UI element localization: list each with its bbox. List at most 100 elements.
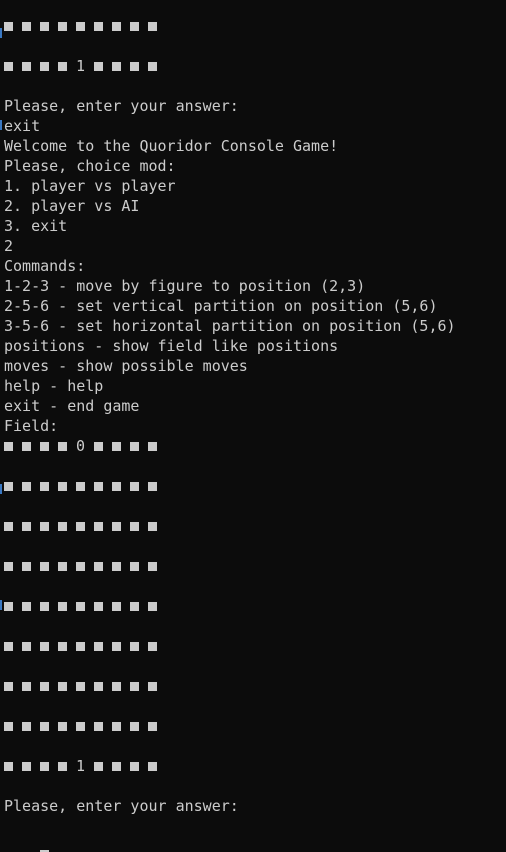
board-row bbox=[4, 556, 506, 576]
input-line[interactable] bbox=[4, 816, 506, 852]
board-cell bbox=[130, 516, 148, 536]
board-cell bbox=[76, 516, 94, 536]
empty-cell-square bbox=[94, 561, 103, 571]
empty-cell-square bbox=[112, 61, 121, 71]
board-row bbox=[4, 636, 506, 656]
empty-cell-square bbox=[94, 441, 103, 451]
empty-cell-square bbox=[130, 521, 139, 531]
player-piece: 0 bbox=[76, 437, 86, 455]
command-line: 3-5-6 - set horizontal partition on posi… bbox=[4, 317, 456, 335]
board-before: 1 bbox=[4, 16, 506, 76]
mode-option: 1. player vs player bbox=[4, 177, 176, 195]
empty-cell-square bbox=[76, 681, 85, 691]
empty-cell-square bbox=[130, 561, 139, 571]
empty-cell-square bbox=[4, 561, 13, 571]
empty-cell-square bbox=[148, 721, 157, 731]
empty-cell-square bbox=[4, 681, 13, 691]
empty-cell-square bbox=[148, 601, 157, 611]
board-cell bbox=[22, 56, 40, 76]
board-cell bbox=[58, 516, 76, 536]
board-cell bbox=[94, 756, 112, 776]
empty-cell-square bbox=[40, 481, 49, 491]
board-row bbox=[4, 596, 506, 616]
empty-cell-square bbox=[148, 481, 157, 491]
board-cell bbox=[40, 716, 58, 736]
board-row bbox=[4, 16, 506, 36]
prompt-text: Please, enter your answer: bbox=[4, 797, 239, 815]
empty-cell-square bbox=[94, 21, 103, 31]
board-cell bbox=[22, 596, 40, 616]
board-cell bbox=[40, 516, 58, 536]
empty-cell-square bbox=[58, 521, 67, 531]
empty-cell-square bbox=[130, 441, 139, 451]
empty-cell-square bbox=[112, 561, 121, 571]
empty-cell-square bbox=[148, 61, 157, 71]
empty-cell-square bbox=[112, 521, 121, 531]
command-line: positions - show field like positions bbox=[4, 337, 339, 355]
board-cell bbox=[148, 596, 166, 616]
board-cell bbox=[130, 16, 148, 36]
window-edge-mark bbox=[0, 484, 2, 494]
console-window[interactable]: 1 Please, enter your answer: exit Welcom… bbox=[0, 0, 506, 852]
board-cell bbox=[112, 16, 130, 36]
board-cell bbox=[112, 436, 130, 456]
board-row: 1 bbox=[4, 756, 506, 776]
empty-cell-square bbox=[58, 561, 67, 571]
empty-cell-square bbox=[40, 721, 49, 731]
board-cell bbox=[112, 716, 130, 736]
board-cell bbox=[112, 56, 130, 76]
empty-cell-square bbox=[22, 641, 31, 651]
board-cell bbox=[4, 516, 22, 536]
empty-cell-square bbox=[112, 641, 121, 651]
board-cell bbox=[130, 756, 148, 776]
board-cell bbox=[94, 516, 112, 536]
empty-cell-square bbox=[22, 21, 31, 31]
empty-cell-square bbox=[40, 521, 49, 531]
choose-mode-text: Please, choice mod: bbox=[4, 157, 176, 175]
mode-option: 3. exit bbox=[4, 217, 68, 235]
empty-cell-square bbox=[4, 761, 13, 771]
welcome-text: Welcome to the Quoridor Console Game! bbox=[4, 137, 339, 155]
user-input-text: 2 bbox=[4, 237, 14, 255]
board-cell bbox=[40, 16, 58, 36]
empty-cell-square bbox=[58, 761, 67, 771]
board-cell bbox=[76, 636, 94, 656]
empty-cell-square bbox=[76, 601, 85, 611]
empty-cell-square bbox=[148, 681, 157, 691]
board-cell bbox=[130, 436, 148, 456]
empty-cell-square bbox=[148, 21, 157, 31]
board-cell bbox=[130, 476, 148, 496]
board-cell bbox=[58, 556, 76, 576]
empty-cell-square bbox=[130, 21, 139, 31]
board-cell bbox=[112, 516, 130, 536]
empty-cell-square bbox=[22, 481, 31, 491]
board-cell: 0 bbox=[76, 436, 94, 456]
empty-cell-square bbox=[58, 681, 67, 691]
empty-cell-square bbox=[4, 481, 13, 491]
empty-cell-square bbox=[94, 601, 103, 611]
empty-cell-square bbox=[22, 521, 31, 531]
board-row bbox=[4, 716, 506, 736]
board-cell bbox=[94, 596, 112, 616]
prompt-text: Please, enter your answer: bbox=[4, 97, 239, 115]
board-row: 0 bbox=[4, 436, 506, 456]
empty-cell-square bbox=[94, 761, 103, 771]
user-input-text: exit bbox=[4, 117, 41, 135]
empty-cell-square bbox=[22, 61, 31, 71]
board-cell bbox=[40, 756, 58, 776]
empty-cell-square bbox=[130, 761, 139, 771]
empty-cell-square bbox=[76, 561, 85, 571]
board-cell bbox=[40, 476, 58, 496]
board-cell bbox=[58, 436, 76, 456]
mode-option: 2. player vs AI bbox=[4, 197, 140, 215]
empty-cell-square bbox=[40, 61, 49, 71]
empty-cell-square bbox=[76, 21, 85, 31]
empty-cell-square bbox=[130, 721, 139, 731]
board-cell bbox=[112, 676, 130, 696]
board-cell bbox=[148, 56, 166, 76]
board-cell bbox=[130, 676, 148, 696]
